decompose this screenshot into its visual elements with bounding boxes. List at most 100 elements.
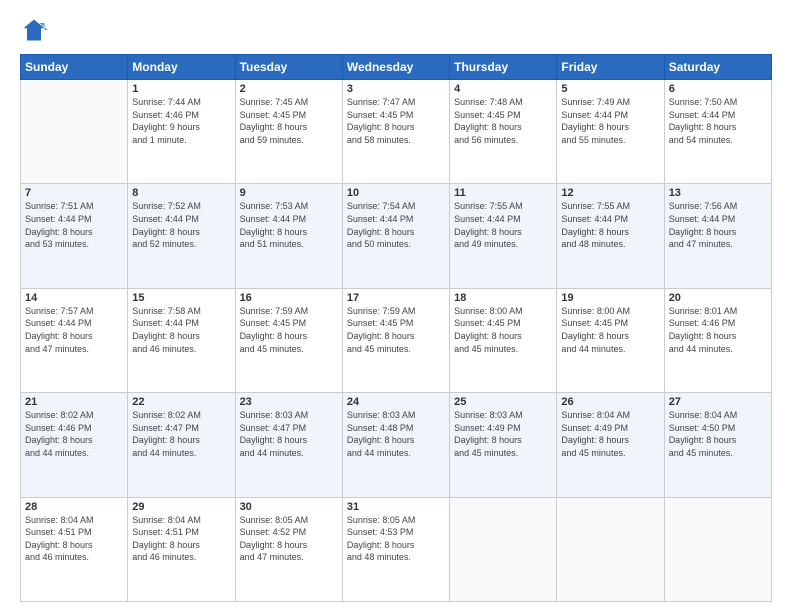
day-number: 20 [669, 292, 767, 304]
day-info: Sunrise: 7:59 AM Sunset: 4:45 PM Dayligh… [347, 305, 445, 355]
calendar-cell: 4Sunrise: 7:48 AM Sunset: 4:45 PM Daylig… [450, 80, 557, 184]
day-info: Sunrise: 7:50 AM Sunset: 4:44 PM Dayligh… [669, 96, 767, 146]
calendar-cell: 3Sunrise: 7:47 AM Sunset: 4:45 PM Daylig… [342, 80, 449, 184]
day-info: Sunrise: 8:03 AM Sunset: 4:49 PM Dayligh… [454, 409, 552, 459]
day-number: 24 [347, 396, 445, 408]
day-header-tuesday: Tuesday [235, 55, 342, 80]
day-number: 30 [240, 501, 338, 513]
day-info: Sunrise: 8:04 AM Sunset: 4:51 PM Dayligh… [132, 514, 230, 564]
day-info: Sunrise: 8:02 AM Sunset: 4:47 PM Dayligh… [132, 409, 230, 459]
calendar-cell: 28Sunrise: 8:04 AM Sunset: 4:51 PM Dayli… [21, 497, 128, 601]
day-info: Sunrise: 7:56 AM Sunset: 4:44 PM Dayligh… [669, 200, 767, 250]
calendar-cell [664, 497, 771, 601]
day-info: Sunrise: 8:04 AM Sunset: 4:49 PM Dayligh… [561, 409, 659, 459]
calendar-cell: 10Sunrise: 7:54 AM Sunset: 4:44 PM Dayli… [342, 184, 449, 288]
day-info: Sunrise: 7:59 AM Sunset: 4:45 PM Dayligh… [240, 305, 338, 355]
day-info: Sunrise: 7:57 AM Sunset: 4:44 PM Dayligh… [25, 305, 123, 355]
calendar-cell: 18Sunrise: 8:00 AM Sunset: 4:45 PM Dayli… [450, 288, 557, 392]
day-number: 2 [240, 83, 338, 95]
day-number: 11 [454, 187, 552, 199]
day-info: Sunrise: 8:05 AM Sunset: 4:53 PM Dayligh… [347, 514, 445, 564]
day-number: 18 [454, 292, 552, 304]
day-info: Sunrise: 7:54 AM Sunset: 4:44 PM Dayligh… [347, 200, 445, 250]
calendar-cell: 29Sunrise: 8:04 AM Sunset: 4:51 PM Dayli… [128, 497, 235, 601]
calendar-cell: 26Sunrise: 8:04 AM Sunset: 4:49 PM Dayli… [557, 393, 664, 497]
calendar-table: SundayMondayTuesdayWednesdayThursdayFrid… [20, 54, 772, 602]
calendar-cell: 12Sunrise: 7:55 AM Sunset: 4:44 PM Dayli… [557, 184, 664, 288]
day-info: Sunrise: 7:55 AM Sunset: 4:44 PM Dayligh… [561, 200, 659, 250]
day-info: Sunrise: 8:03 AM Sunset: 4:47 PM Dayligh… [240, 409, 338, 459]
day-header-wednesday: Wednesday [342, 55, 449, 80]
day-number: 6 [669, 83, 767, 95]
day-number: 1 [132, 83, 230, 95]
page-header [20, 16, 772, 44]
day-header-thursday: Thursday [450, 55, 557, 80]
day-info: Sunrise: 7:47 AM Sunset: 4:45 PM Dayligh… [347, 96, 445, 146]
day-header-sunday: Sunday [21, 55, 128, 80]
calendar-cell: 21Sunrise: 8:02 AM Sunset: 4:46 PM Dayli… [21, 393, 128, 497]
day-info: Sunrise: 8:02 AM Sunset: 4:46 PM Dayligh… [25, 409, 123, 459]
calendar-cell: 15Sunrise: 7:58 AM Sunset: 4:44 PM Dayli… [128, 288, 235, 392]
day-number: 9 [240, 187, 338, 199]
calendar-cell: 20Sunrise: 8:01 AM Sunset: 4:46 PM Dayli… [664, 288, 771, 392]
day-number: 16 [240, 292, 338, 304]
day-header-monday: Monday [128, 55, 235, 80]
day-number: 14 [25, 292, 123, 304]
day-number: 15 [132, 292, 230, 304]
day-number: 13 [669, 187, 767, 199]
calendar-cell: 8Sunrise: 7:52 AM Sunset: 4:44 PM Daylig… [128, 184, 235, 288]
day-number: 27 [669, 396, 767, 408]
day-info: Sunrise: 8:05 AM Sunset: 4:52 PM Dayligh… [240, 514, 338, 564]
calendar-cell: 7Sunrise: 7:51 AM Sunset: 4:44 PM Daylig… [21, 184, 128, 288]
day-info: Sunrise: 7:48 AM Sunset: 4:45 PM Dayligh… [454, 96, 552, 146]
day-info: Sunrise: 8:04 AM Sunset: 4:51 PM Dayligh… [25, 514, 123, 564]
calendar-cell: 6Sunrise: 7:50 AM Sunset: 4:44 PM Daylig… [664, 80, 771, 184]
day-info: Sunrise: 8:00 AM Sunset: 4:45 PM Dayligh… [454, 305, 552, 355]
calendar-header: SundayMondayTuesdayWednesdayThursdayFrid… [21, 55, 772, 80]
day-number: 8 [132, 187, 230, 199]
day-info: Sunrise: 7:55 AM Sunset: 4:44 PM Dayligh… [454, 200, 552, 250]
calendar-cell: 16Sunrise: 7:59 AM Sunset: 4:45 PM Dayli… [235, 288, 342, 392]
logo-icon [20, 16, 48, 44]
day-header-friday: Friday [557, 55, 664, 80]
calendar-cell: 23Sunrise: 8:03 AM Sunset: 4:47 PM Dayli… [235, 393, 342, 497]
day-number: 7 [25, 187, 123, 199]
calendar-cell [450, 497, 557, 601]
day-info: Sunrise: 7:58 AM Sunset: 4:44 PM Dayligh… [132, 305, 230, 355]
day-number: 3 [347, 83, 445, 95]
calendar-cell: 14Sunrise: 7:57 AM Sunset: 4:44 PM Dayli… [21, 288, 128, 392]
day-number: 23 [240, 396, 338, 408]
calendar-cell [21, 80, 128, 184]
calendar-cell: 27Sunrise: 8:04 AM Sunset: 4:50 PM Dayli… [664, 393, 771, 497]
calendar-cell: 9Sunrise: 7:53 AM Sunset: 4:44 PM Daylig… [235, 184, 342, 288]
calendar-week-row: 21Sunrise: 8:02 AM Sunset: 4:46 PM Dayli… [21, 393, 772, 497]
day-number: 28 [25, 501, 123, 513]
day-info: Sunrise: 8:01 AM Sunset: 4:46 PM Dayligh… [669, 305, 767, 355]
day-info: Sunrise: 8:00 AM Sunset: 4:45 PM Dayligh… [561, 305, 659, 355]
calendar-cell [557, 497, 664, 601]
calendar-week-row: 1Sunrise: 7:44 AM Sunset: 4:46 PM Daylig… [21, 80, 772, 184]
day-number: 29 [132, 501, 230, 513]
day-info: Sunrise: 7:53 AM Sunset: 4:44 PM Dayligh… [240, 200, 338, 250]
day-info: Sunrise: 7:52 AM Sunset: 4:44 PM Dayligh… [132, 200, 230, 250]
day-header-saturday: Saturday [664, 55, 771, 80]
day-number: 5 [561, 83, 659, 95]
day-number: 19 [561, 292, 659, 304]
day-info: Sunrise: 7:44 AM Sunset: 4:46 PM Dayligh… [132, 96, 230, 146]
calendar-cell: 5Sunrise: 7:49 AM Sunset: 4:44 PM Daylig… [557, 80, 664, 184]
calendar-cell: 30Sunrise: 8:05 AM Sunset: 4:52 PM Dayli… [235, 497, 342, 601]
day-number: 10 [347, 187, 445, 199]
calendar-cell: 1Sunrise: 7:44 AM Sunset: 4:46 PM Daylig… [128, 80, 235, 184]
calendar-cell: 17Sunrise: 7:59 AM Sunset: 4:45 PM Dayli… [342, 288, 449, 392]
calendar-cell: 19Sunrise: 8:00 AM Sunset: 4:45 PM Dayli… [557, 288, 664, 392]
day-number: 21 [25, 396, 123, 408]
day-number: 4 [454, 83, 552, 95]
calendar-cell: 11Sunrise: 7:55 AM Sunset: 4:44 PM Dayli… [450, 184, 557, 288]
day-info: Sunrise: 7:51 AM Sunset: 4:44 PM Dayligh… [25, 200, 123, 250]
calendar-week-row: 14Sunrise: 7:57 AM Sunset: 4:44 PM Dayli… [21, 288, 772, 392]
calendar-week-row: 28Sunrise: 8:04 AM Sunset: 4:51 PM Dayli… [21, 497, 772, 601]
calendar-cell: 25Sunrise: 8:03 AM Sunset: 4:49 PM Dayli… [450, 393, 557, 497]
calendar-cell: 24Sunrise: 8:03 AM Sunset: 4:48 PM Dayli… [342, 393, 449, 497]
calendar-week-row: 7Sunrise: 7:51 AM Sunset: 4:44 PM Daylig… [21, 184, 772, 288]
calendar-cell: 31Sunrise: 8:05 AM Sunset: 4:53 PM Dayli… [342, 497, 449, 601]
